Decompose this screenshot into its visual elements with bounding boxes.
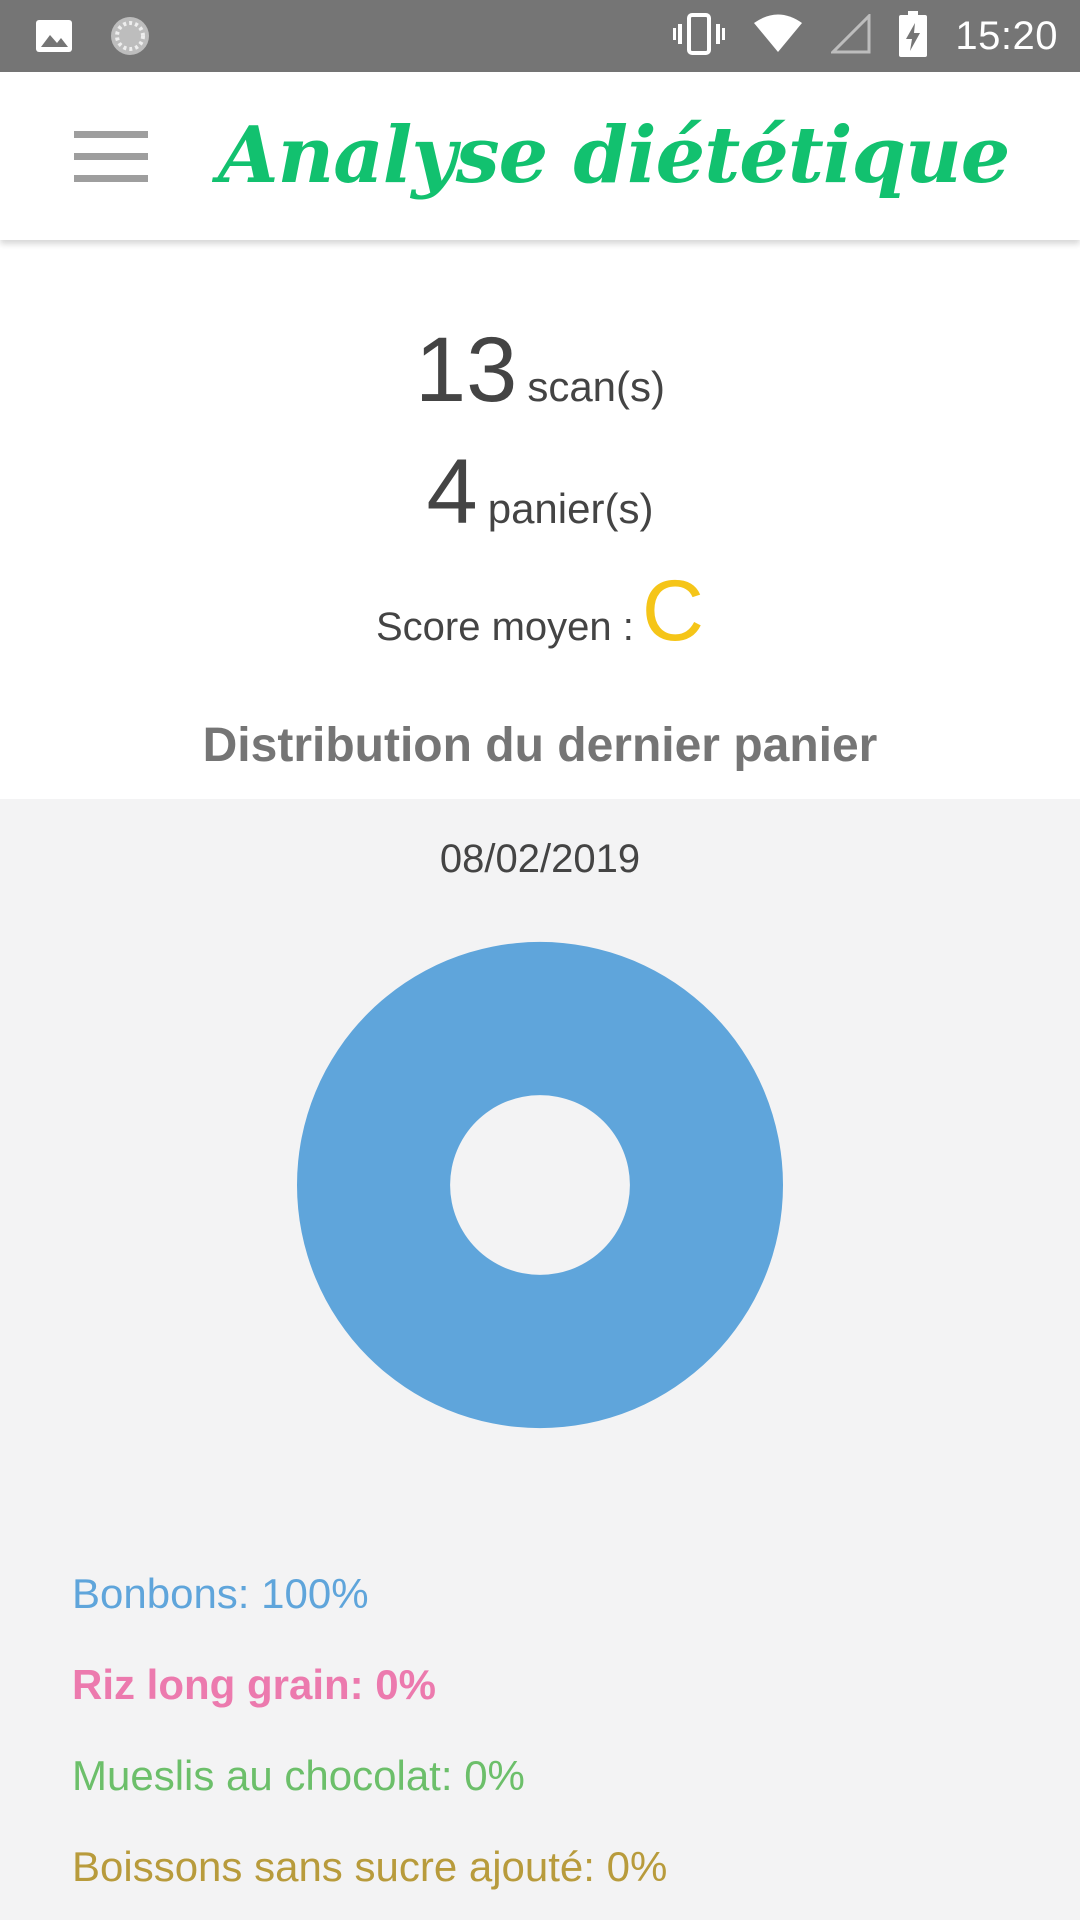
status-bar: 15:20: [0, 0, 1080, 72]
score-value: C: [641, 563, 704, 659]
app-title: Analyse diététique: [218, 110, 1010, 201]
signal-icon: [829, 11, 871, 59]
battery-charging-icon: [899, 10, 928, 62]
status-time: 15:20: [955, 13, 1058, 58]
hamburger-menu-icon[interactable]: [60, 120, 160, 192]
legend-item-3: Mueslis au chocolat: 0%: [72, 1752, 525, 1799]
scans-unit: scan(s): [527, 363, 666, 410]
distribution-panel: 08/02/2019 Bonbons: 100% Riz long grain: …: [0, 799, 1080, 1920]
vibrate-icon: [673, 12, 726, 61]
score-label: Score moyen :: [376, 605, 634, 649]
chart-legend: Bonbons: 100% Riz long grain: 0% Mueslis a…: [72, 1569, 667, 1920]
scans-count: 13: [414, 319, 518, 421]
baskets-count: 4: [426, 441, 478, 543]
baskets-stat: 4 panier(s): [0, 440, 1080, 545]
wifi-icon: [753, 14, 803, 59]
sync-icon: [108, 14, 152, 63]
app-bar: Analyse diététique: [0, 72, 1080, 240]
stats-section: 13 scan(s) 4 panier(s) Score moyen :C Dist…: [0, 240, 1080, 800]
image-icon: [34, 16, 74, 61]
legend-item-1: Bonbons: 100%: [72, 1570, 369, 1617]
distribution-title: Distribution du dernier panier: [202, 719, 878, 772]
average-score: Score moyen :C: [0, 562, 1080, 661]
scans-stat: 13 scan(s): [0, 318, 1080, 423]
donut-slice-1: [296, 941, 783, 1429]
donut-chart: [296, 941, 783, 1429]
legend-item-2: Riz long grain: 0%: [72, 1661, 437, 1708]
baskets-unit: panier(s): [487, 485, 654, 532]
legend-item-4: Boissons sans sucre ajouté: 0%: [72, 1843, 668, 1890]
